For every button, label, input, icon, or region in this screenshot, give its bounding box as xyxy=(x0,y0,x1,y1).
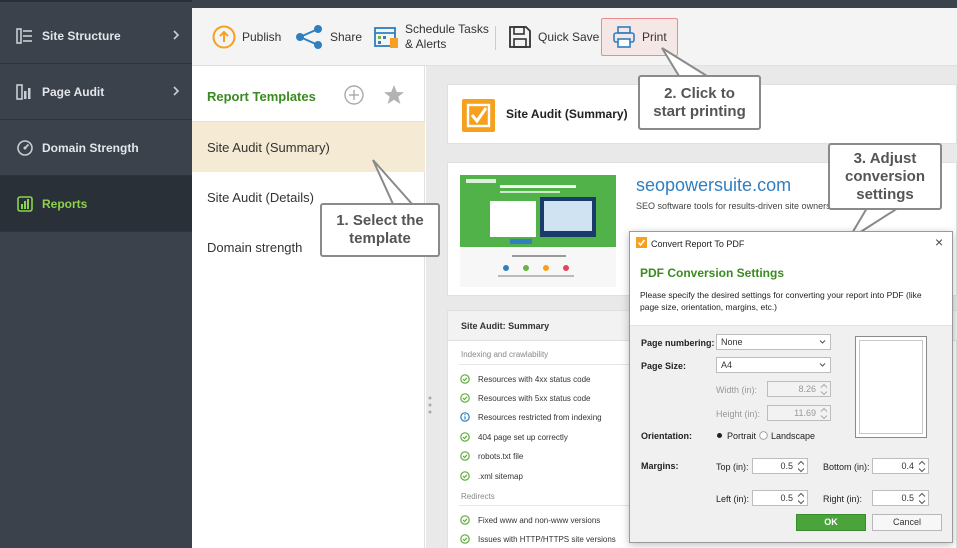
radio-landscape-icon[interactable] xyxy=(759,431,768,440)
spin-up-icon xyxy=(797,460,805,465)
spin-down-icon xyxy=(820,415,828,420)
callout-text: template xyxy=(349,230,411,247)
orientation-label: Orientation: xyxy=(641,431,692,441)
right-margin-value: 0.5 xyxy=(901,493,914,503)
callout-text: 3. Adjust xyxy=(853,149,917,167)
dialog-description-line2: page size, orientation, margins, etc.) xyxy=(640,302,778,312)
callout-adjust-settings: 3. Adjust conversion settings xyxy=(828,143,942,210)
callout-select-template: 1. Select the template xyxy=(320,203,440,257)
top-margin-label: Top (in): xyxy=(716,462,749,472)
height-input[interactable]: 11.69 xyxy=(767,405,831,421)
spin-up-icon xyxy=(820,407,828,412)
height-value: 11.69 xyxy=(794,408,816,418)
page-numbering-select[interactable]: None xyxy=(716,334,831,350)
width-value: 8.26 xyxy=(798,384,816,394)
ok-button[interactable]: OK xyxy=(796,514,866,531)
spin-down-icon xyxy=(797,468,805,473)
chevron-down-icon xyxy=(819,340,826,344)
left-margin-value: 0.5 xyxy=(780,493,793,503)
callout-pointer-print xyxy=(661,47,711,77)
dialog-window-title: Convert Report To PDF xyxy=(651,239,745,249)
page-preview xyxy=(855,336,927,438)
callout-text: conversion xyxy=(844,167,926,185)
callout-pointer-select xyxy=(372,159,415,205)
top-margin-input[interactable]: 0.5 xyxy=(752,458,808,474)
bottom-margin-value: 0.4 xyxy=(901,461,914,471)
callout-text: settings xyxy=(856,185,914,203)
landscape-label: Landscape xyxy=(771,431,816,441)
spin-up-icon xyxy=(797,492,805,497)
spin-down-icon xyxy=(797,500,805,505)
callout-text: 1. Select the xyxy=(336,212,424,229)
margins-label: Margins: xyxy=(641,461,679,471)
page-numbering-label: Page numbering: xyxy=(641,338,715,348)
width-input[interactable]: 8.26 xyxy=(767,381,831,397)
close-icon[interactable]: × xyxy=(935,234,943,250)
spin-up-icon xyxy=(820,383,828,388)
cancel-label: Cancel xyxy=(892,517,921,527)
convert-to-pdf-dialog: Convert Report To PDF × PDF Conversion S… xyxy=(629,231,953,543)
spin-up-icon xyxy=(918,460,926,465)
cancel-button[interactable]: Cancel xyxy=(872,514,942,531)
left-margin-label: Left (in): xyxy=(716,494,750,504)
top-margin-value: 0.5 xyxy=(780,461,793,471)
dialog-heading: PDF Conversion Settings xyxy=(640,266,785,280)
portrait-label: Portrait xyxy=(727,431,757,441)
callout-text: 2. Click to xyxy=(664,84,735,102)
spin-up-icon xyxy=(918,492,926,497)
bottom-margin-label: Bottom (in): xyxy=(823,462,870,472)
page-size-select[interactable]: A4 xyxy=(716,357,831,373)
width-label: Width (in): xyxy=(716,385,758,395)
page-size-value: A4 xyxy=(721,360,733,370)
bottom-margin-input[interactable]: 0.4 xyxy=(872,458,929,474)
spin-down-icon xyxy=(918,500,926,505)
radio-portrait-icon[interactable] xyxy=(716,432,723,439)
right-margin-input[interactable]: 0.5 xyxy=(872,490,929,506)
right-margin-label: Right (in): xyxy=(823,494,863,504)
callout-text: start printing xyxy=(653,102,746,120)
ok-label: OK xyxy=(824,517,838,527)
callout-print: 2. Click to start printing xyxy=(638,75,761,130)
app-logo-icon xyxy=(636,237,647,248)
page-numbering-value: None xyxy=(721,337,743,347)
chevron-down-icon xyxy=(819,363,826,367)
page-size-label: Page Size: xyxy=(641,361,687,371)
spin-down-icon xyxy=(918,468,926,473)
spin-down-icon xyxy=(820,391,828,396)
page-preview-margins xyxy=(859,340,923,434)
left-margin-input[interactable]: 0.5 xyxy=(752,490,808,506)
dialog-description-line1: Please specify the desired settings for … xyxy=(640,290,922,300)
height-label: Height (in): xyxy=(716,409,761,419)
